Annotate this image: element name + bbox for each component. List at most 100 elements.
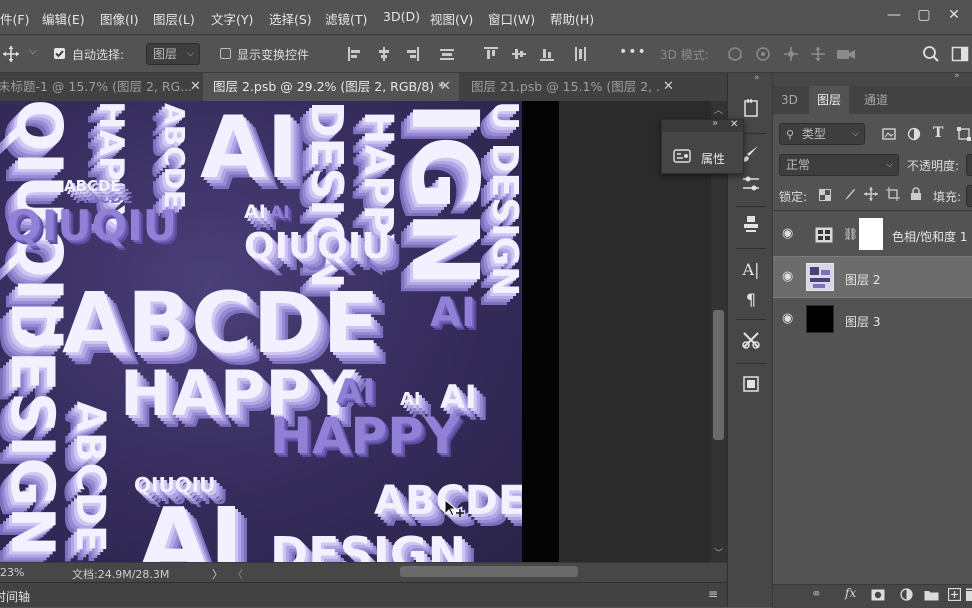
layer-row-layer-3[interactable]: ◉ 图层 3: [773, 299, 972, 341]
tab-channels[interactable]: 通道: [856, 86, 896, 114]
visibility-eye-icon[interactable]: ◉: [782, 312, 795, 325]
menu-file[interactable]: 件(F): [0, 9, 29, 28]
distribute-vertical-icon[interactable]: [573, 47, 587, 61]
layer-filter-dropdown[interactable]: ⚲ 类型 ⌵: [779, 123, 865, 145]
clone-source-icon[interactable]: [740, 213, 762, 235]
close-window-icon[interactable]: ✕: [945, 6, 963, 24]
properties-close-icon[interactable]: ✕: [730, 119, 738, 130]
menu-window[interactable]: 窗口(W): [488, 9, 535, 28]
properties-collapse-icon[interactable]: »: [712, 118, 718, 129]
tool-preset-chevron-icon[interactable]: ⌵: [29, 46, 37, 57]
menu-edit[interactable]: 编辑(E): [42, 9, 85, 28]
3d-pan-icon[interactable]: [781, 45, 801, 63]
status-menu-arrow-icon[interactable]: 〉: [212, 566, 223, 582]
layer-mask-thumbnail[interactable]: [859, 218, 883, 250]
filter-adjustment-icon[interactable]: [907, 127, 921, 141]
lock-pixels-icon[interactable]: [843, 188, 856, 201]
brush-settings-icon[interactable]: [740, 173, 762, 195]
visibility-eye-icon[interactable]: ◉: [782, 227, 795, 240]
lock-artboard-icon[interactable]: [886, 187, 900, 201]
collapse-icon[interactable]: »: [754, 73, 760, 83]
lock-all-icon[interactable]: [910, 187, 922, 201]
menu-layer[interactable]: 图层(L): [153, 9, 195, 28]
paragraph-icon[interactable]: ¶: [740, 289, 762, 311]
lock-position-icon[interactable]: [864, 187, 878, 201]
align-bottom-icon[interactable]: [540, 47, 554, 61]
tab-close-icon[interactable]: ✕: [440, 73, 451, 101]
layer-name[interactable]: 图层 2: [845, 271, 880, 288]
align-hcenter-icon[interactable]: [377, 47, 391, 61]
tool-presets-icon[interactable]: [740, 329, 762, 351]
tab-close-icon[interactable]: ✕: [663, 73, 674, 101]
history-icon[interactable]: [740, 97, 762, 119]
layer-row-hue-saturation[interactable]: ◉ ⛓ 色相/饱和度 1: [773, 214, 972, 256]
fill-input[interactable]: 1: [966, 185, 972, 207]
tab-3d[interactable]: 3D: [773, 86, 806, 114]
zoom-level[interactable]: 23%: [0, 566, 24, 579]
menu-type[interactable]: 文字(Y): [211, 9, 253, 28]
add-mask-icon[interactable]: [871, 589, 885, 601]
align-vcenter-icon[interactable]: [512, 47, 526, 61]
distribute-icon[interactable]: [440, 47, 454, 61]
3d-roll-icon[interactable]: [753, 45, 773, 63]
menu-filter[interactable]: 滤镜(T): [325, 9, 367, 28]
properties-panel[interactable]: » ✕ 属性: [661, 118, 744, 174]
auto-select-target-dropdown[interactable]: 图层 ⌵: [146, 43, 200, 65]
filter-shape-icon[interactable]: [957, 127, 971, 141]
layer-row-layer-2[interactable]: ◉ 图层 2: [773, 256, 972, 298]
panel-collapse-icon[interactable]: »: [954, 71, 960, 81]
scroll-up-icon[interactable]: ︿: [714, 103, 723, 116]
tab-layer-21-psb[interactable]: 图层 21.psb @ 15.1% (图层 2, ...: [461, 73, 661, 101]
new-layer-icon[interactable]: [948, 588, 961, 601]
panel-menu-icon[interactable]: ≡: [708, 587, 718, 601]
search-icon[interactable]: [922, 45, 940, 63]
layer-name[interactable]: 色相/饱和度 1: [892, 228, 968, 245]
align-right-icon[interactable]: [405, 47, 419, 61]
show-transform-checkbox[interactable]: [220, 48, 231, 59]
restore-icon[interactable]: ▢: [915, 6, 933, 24]
filter-type-icon[interactable]: T: [933, 125, 943, 141]
menu-view[interactable]: 视图(V): [430, 9, 473, 28]
new-group-icon[interactable]: [924, 589, 939, 601]
3d-camera-icon[interactable]: [835, 45, 857, 63]
fx-icon[interactable]: fx: [845, 586, 856, 600]
layer-name[interactable]: 图层 3: [845, 313, 880, 330]
scroll-down-icon[interactable]: ﹀: [714, 546, 723, 559]
move-cursor-icon: [444, 499, 464, 517]
timeline-panel-tab[interactable]: 时间轴 ≡: [0, 582, 727, 607]
3d-panel-icon[interactable]: [740, 373, 762, 395]
horizontal-scroll-thumb[interactable]: [400, 566, 578, 577]
move-tool-icon[interactable]: [2, 45, 20, 63]
auto-select-checkbox[interactable]: [54, 48, 65, 59]
minimize-icon[interactable]: —: [885, 6, 903, 24]
trash-icon[interactable]: [966, 588, 972, 601]
new-adjustment-icon[interactable]: [900, 588, 913, 601]
link-layers-icon[interactable]: ⚭: [811, 587, 822, 602]
art-word: U DESIGN: [484, 101, 522, 297]
vertical-scroll-thumb[interactable]: [713, 310, 724, 440]
chain-link-icon[interactable]: ⛓: [843, 227, 858, 241]
tab-layer-2-psb[interactable]: 图层 2.psb @ 29.2% (图层 2, RGB/8) *: [203, 73, 459, 101]
tab-close-icon[interactable]: ✕: [190, 73, 201, 101]
blend-mode-dropdown[interactable]: 正常 ⌵: [779, 154, 899, 176]
canvas-area[interactable]: QIUQIU HAPPY ABCDE AI DESIGN HAPPY IGN U…: [0, 101, 711, 562]
hscroll-left-icon[interactable]: 〈: [232, 566, 243, 582]
document-tab-bar: 未标题-1 @ 15.7% (图层 2, RG... ✕ 图层 2.psb @ …: [0, 73, 727, 101]
visibility-eye-icon[interactable]: ◉: [782, 270, 795, 283]
more-options-icon[interactable]: •••: [619, 44, 647, 60]
lock-transparent-icon[interactable]: [819, 189, 831, 201]
character-icon[interactable]: A|: [740, 259, 762, 281]
menu-help[interactable]: 帮助(H): [550, 9, 594, 28]
opacity-input[interactable]: 1: [966, 154, 972, 176]
menu-image[interactable]: 图像(I): [100, 9, 138, 28]
align-top-icon[interactable]: [484, 47, 498, 61]
3d-slide-icon[interactable]: [808, 45, 828, 63]
menu-select[interactable]: 选择(S): [269, 9, 312, 28]
align-left-icon[interactable]: [348, 47, 362, 61]
3d-orbit-icon[interactable]: [725, 45, 745, 63]
menu-3d[interactable]: 3D(D): [383, 9, 420, 24]
tab-layers[interactable]: 图层: [809, 86, 850, 114]
filter-pixel-icon[interactable]: [882, 127, 896, 141]
workspace-icon[interactable]: [951, 45, 969, 63]
tab-untitled-1[interactable]: 未标题-1 @ 15.7% (图层 2, RG...: [0, 73, 202, 101]
